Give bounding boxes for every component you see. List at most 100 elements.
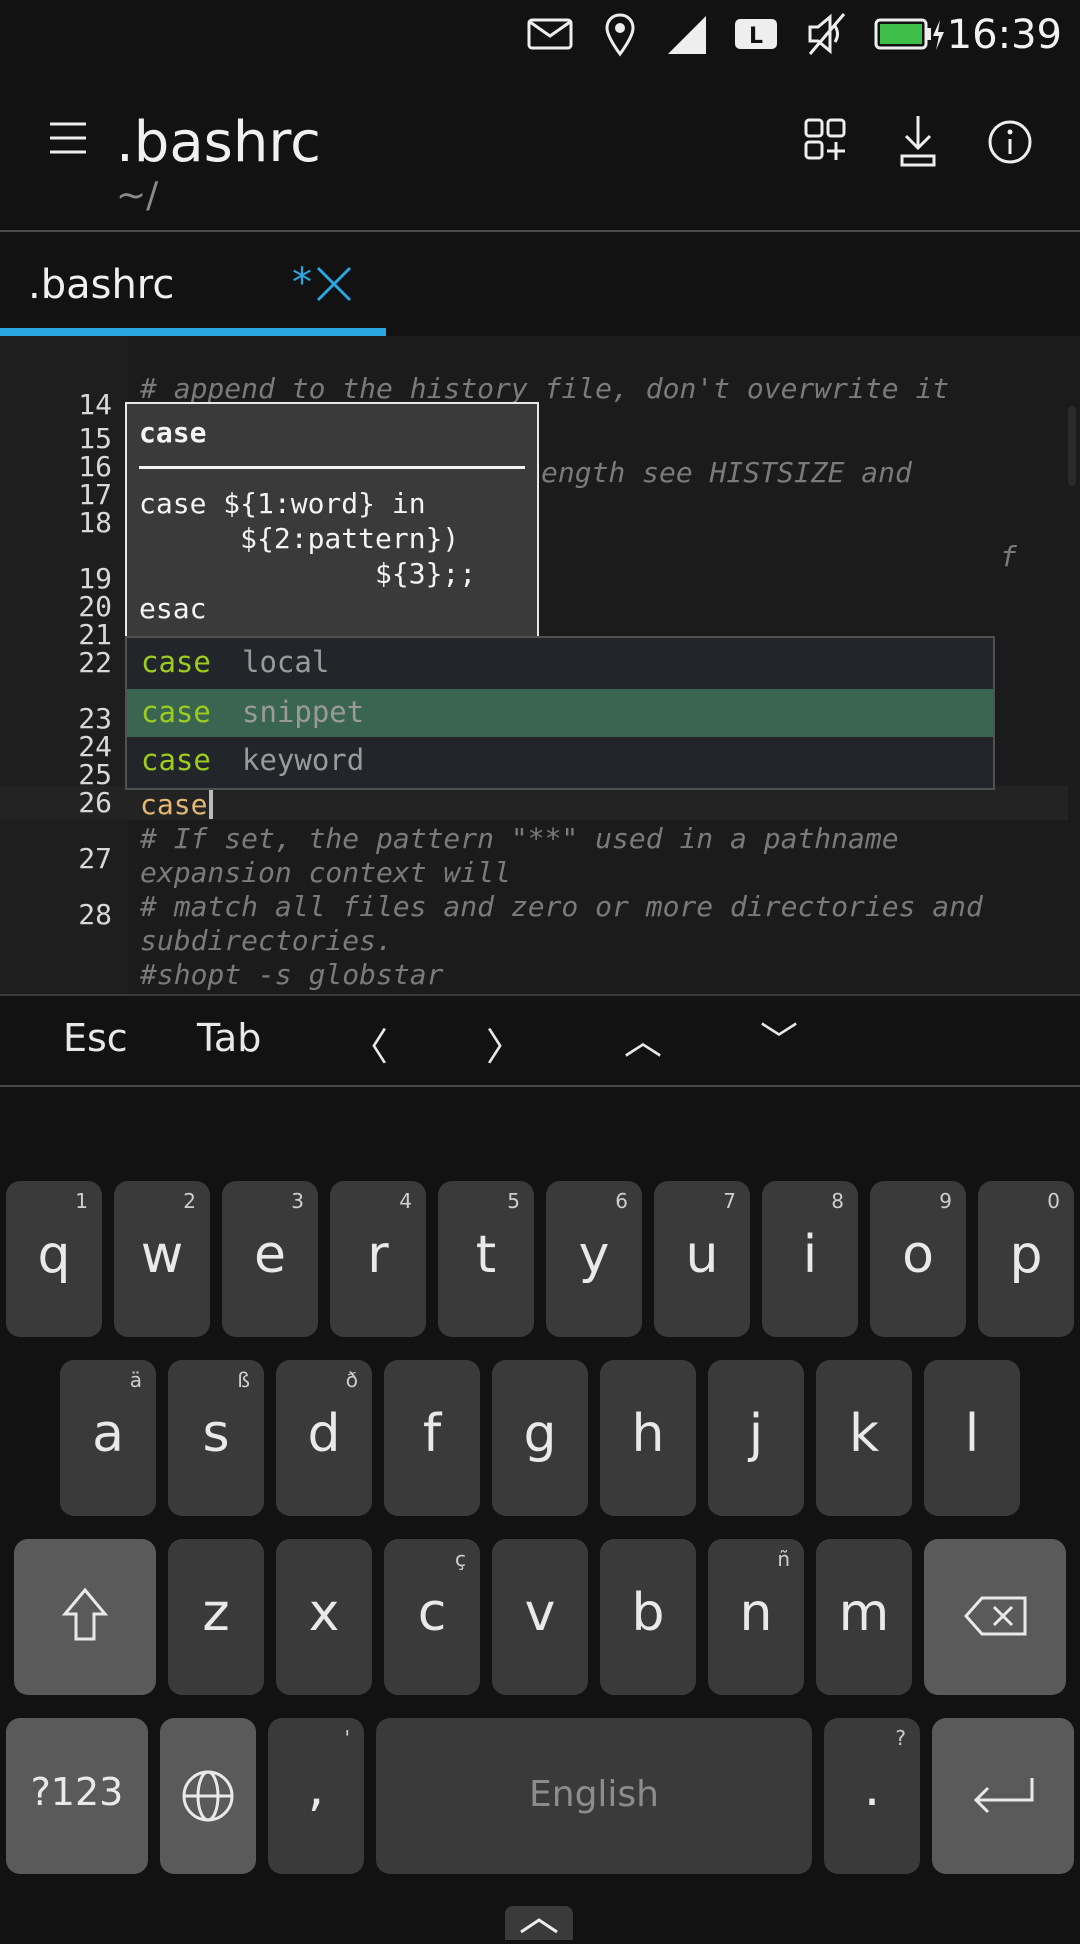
tab-bashrc[interactable]: .bashrc * xyxy=(0,232,386,336)
key-y[interactable]: y6 xyxy=(546,1181,642,1337)
key-label: p xyxy=(1009,1225,1043,1285)
symbols-key[interactable]: ?123 xyxy=(6,1718,148,1874)
tab-bar: .bashrc * xyxy=(0,232,1080,336)
comma-key[interactable]: , ' xyxy=(268,1718,364,1874)
keyboard-handle[interactable] xyxy=(505,1906,573,1940)
key-hint: 9 xyxy=(939,1189,952,1213)
battery-charging-icon xyxy=(874,18,944,50)
enter-icon xyxy=(973,1778,1034,1814)
key-label: r xyxy=(367,1225,389,1285)
key-t[interactable]: t5 xyxy=(438,1181,534,1337)
enter-key[interactable] xyxy=(932,1718,1074,1874)
key-s[interactable]: sß xyxy=(168,1360,264,1516)
chevron-up-icon xyxy=(520,1918,558,1934)
code-line: subdirectories. xyxy=(140,924,393,957)
key-label: l xyxy=(964,1404,980,1464)
code-line: ength see HISTSIZE and xyxy=(541,456,912,489)
key-q[interactable]: q1 xyxy=(6,1181,102,1337)
completion-item[interactable]: case keyword xyxy=(127,737,993,785)
key-m[interactable]: m xyxy=(816,1539,912,1695)
backspace-key[interactable] xyxy=(924,1539,1066,1695)
code-line: # If set, the pattern "**" used in a pat… xyxy=(140,822,899,855)
tab-label: .bashrc xyxy=(28,262,175,308)
completion-keyword: case xyxy=(141,645,211,679)
key-hint: 8 xyxy=(831,1189,844,1213)
key-d[interactable]: dð xyxy=(276,1360,372,1516)
key-k[interactable]: k xyxy=(816,1360,912,1516)
arrow-down-key[interactable]: ﹀ xyxy=(760,1010,798,1065)
arrow-up-key[interactable]: ︿ xyxy=(624,1010,662,1065)
completion-item[interactable]: case local xyxy=(127,639,993,687)
arrow-right-key[interactable]: 〉 xyxy=(486,1016,524,1071)
key-c[interactable]: cç xyxy=(384,1539,480,1695)
key-hint: ? xyxy=(895,1726,906,1750)
key-label: d xyxy=(307,1404,341,1464)
key-a[interactable]: aä xyxy=(60,1360,156,1516)
key-n[interactable]: nñ xyxy=(708,1539,804,1695)
key-i[interactable]: i8 xyxy=(762,1181,858,1337)
key-label: y xyxy=(578,1225,610,1285)
key-b[interactable]: b xyxy=(600,1539,696,1695)
key-w[interactable]: w2 xyxy=(114,1181,210,1337)
key-u[interactable]: u7 xyxy=(654,1181,750,1337)
arrow-left-key[interactable]: 〈 xyxy=(350,1016,388,1071)
key-o[interactable]: o9 xyxy=(870,1181,966,1337)
key-h[interactable]: h xyxy=(600,1360,696,1516)
modified-indicator: * xyxy=(292,260,312,306)
key-label: i xyxy=(802,1225,818,1285)
key-hint: 7 xyxy=(723,1189,736,1213)
snippet-body: case ${1:word} in ${2:pattern}) ${3};; e… xyxy=(139,487,477,625)
svg-text:L: L xyxy=(749,24,763,49)
key-label: o xyxy=(902,1225,934,1285)
lte-icon: L xyxy=(735,19,777,49)
file-path: ~/ xyxy=(116,175,159,216)
key-hint: ß xyxy=(237,1368,250,1392)
key-f[interactable]: f xyxy=(384,1360,480,1516)
keybar-divider xyxy=(0,1085,1080,1087)
space-key[interactable]: English xyxy=(376,1718,812,1874)
editor-scrollbar[interactable] xyxy=(1068,406,1076,486)
key-j[interactable]: j xyxy=(708,1360,804,1516)
snippet-rule xyxy=(139,466,525,469)
tab-key[interactable]: Tab xyxy=(197,1016,261,1060)
snippet-heading: case xyxy=(139,416,207,449)
key-r[interactable]: r4 xyxy=(330,1181,426,1337)
extra-keys-bar: Esc Tab 〈 〉 ︿ ﹀ xyxy=(0,996,1080,1086)
key-z[interactable]: z xyxy=(168,1539,264,1695)
key-hint: ç xyxy=(455,1547,466,1571)
line-number: 26 xyxy=(78,786,112,819)
key-label: x xyxy=(308,1583,340,1643)
info-icon[interactable] xyxy=(980,112,1040,172)
key-label: , xyxy=(307,1758,325,1818)
code-line-current: case xyxy=(140,788,208,821)
language-key[interactable] xyxy=(160,1718,256,1874)
key-g[interactable]: g xyxy=(492,1360,588,1516)
esc-key[interactable]: Esc xyxy=(63,1016,128,1060)
key-label: z xyxy=(202,1583,230,1643)
period-key[interactable]: .? xyxy=(824,1718,920,1874)
key-x[interactable]: x xyxy=(276,1539,372,1695)
key-e[interactable]: e3 xyxy=(222,1181,318,1337)
key-v[interactable]: v xyxy=(492,1539,588,1695)
globe-icon xyxy=(182,1770,234,1822)
code-line: # match all files and zero or more direc… xyxy=(140,890,983,923)
key-label: f xyxy=(422,1404,442,1464)
menu-icon[interactable] xyxy=(40,108,100,168)
close-icon[interactable] xyxy=(314,264,354,304)
key-hint: 4 xyxy=(399,1189,412,1213)
save-download-icon[interactable] xyxy=(888,112,948,172)
key-label: h xyxy=(631,1404,665,1464)
shift-key[interactable] xyxy=(14,1539,156,1695)
line-number: 18 xyxy=(78,506,112,539)
key-p[interactable]: p0 xyxy=(978,1181,1074,1337)
status-bar: L 16:39 xyxy=(0,0,1080,70)
key-l[interactable]: l xyxy=(924,1360,1020,1516)
code-line: expansion context will xyxy=(140,856,511,889)
completion-type: keyword xyxy=(242,743,365,777)
completion-item-selected[interactable]: case snippet xyxy=(127,689,993,737)
add-tab-icon[interactable] xyxy=(797,112,857,172)
key-hint: 1 xyxy=(75,1189,88,1213)
key-label: q xyxy=(37,1225,71,1285)
shift-icon xyxy=(62,1587,108,1641)
snippet-preview: case case ${1:word} in ${2:pattern}) ${3… xyxy=(125,402,539,640)
